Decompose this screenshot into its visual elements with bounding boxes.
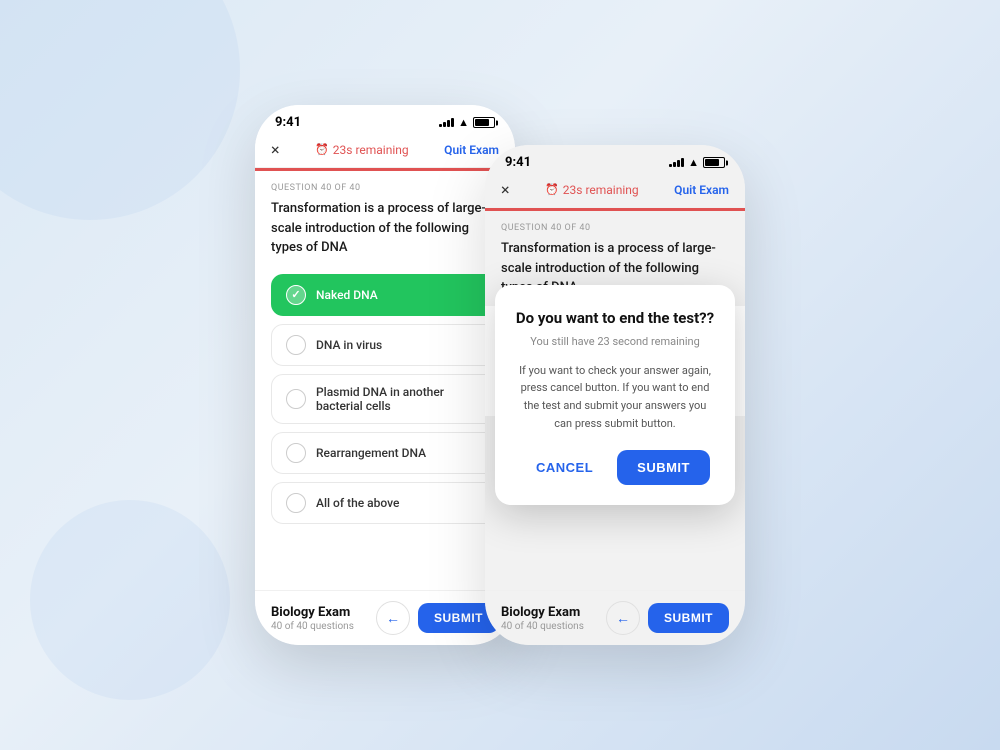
modal-title: Do you want to end the test?? <box>515 309 715 327</box>
battery-icon-left <box>473 117 495 128</box>
option-text-3: Plasmid DNA in another bacterial cells <box>316 385 484 413</box>
option-all-above[interactable]: All of the above <box>271 482 499 524</box>
option-text-5: All of the above <box>316 496 399 510</box>
status-bar-left: 9:41 ▲ <box>255 105 515 134</box>
bottom-nav-left: ← SUBMIT <box>376 601 499 635</box>
bottom-info-left: Biology Exam 40 of 40 questions <box>271 605 354 632</box>
bottom-bar-left: Biology Exam 40 of 40 questions ← SUBMIT <box>255 590 515 645</box>
option-radio-2 <box>286 335 306 355</box>
option-dna-virus[interactable]: DNA in virus <box>271 324 499 366</box>
modal-box: Do you want to end the test?? You still … <box>495 285 735 505</box>
timer-icon-left: ⏰ <box>315 143 329 156</box>
option-plasmid-dna[interactable]: Plasmid DNA in another bacterial cells <box>271 374 499 424</box>
question-text-left: Transformation is a process of large-sca… <box>271 199 499 258</box>
option-radio-5 <box>286 493 306 513</box>
modal-body: If you want to check your answer again, … <box>515 362 715 432</box>
signal-icon-left <box>439 118 454 127</box>
wifi-icon-left: ▲ <box>458 116 469 129</box>
option-text-4: Rearrangement DNA <box>316 446 426 460</box>
modal-cancel-button[interactable]: CANCEL <box>520 450 609 485</box>
modal-subtitle: You still have 23 second remaining <box>515 335 715 348</box>
question-label-left: QUESTION 40 OF 40 <box>271 183 499 193</box>
close-button-left[interactable]: × <box>271 140 280 159</box>
question-area-left: QUESTION 40 OF 40 Transformation is a pr… <box>255 171 515 266</box>
bg-decoration-1 <box>0 0 240 220</box>
phone-right: 9:41 ▲ × ⏰ 23s remaining Quit <box>485 145 745 645</box>
option-text-2: DNA in virus <box>316 338 382 352</box>
option-radio-4 <box>286 443 306 463</box>
back-arrow-left[interactable]: ← <box>376 601 410 635</box>
modal-buttons: CANCEL SUBMIT <box>515 450 715 485</box>
timer-left: ⏰ 23s remaining <box>315 143 409 157</box>
status-icons-left: ▲ <box>439 116 495 129</box>
exam-subtitle-left: 40 of 40 questions <box>271 621 354 632</box>
exam-title-left: Biology Exam <box>271 605 354 620</box>
status-time-left: 9:41 <box>275 115 301 130</box>
modal-overlay: Do you want to end the test?? You still … <box>485 145 745 645</box>
check-icon-1: ✓ <box>291 288 300 301</box>
option-naked-dna[interactable]: ✓ Naked DNA <box>271 274 499 316</box>
option-text-1: Naked DNA <box>316 288 378 302</box>
nav-bar-left: × ⏰ 23s remaining Quit Exam <box>255 134 515 168</box>
phones-container: 9:41 ▲ × ⏰ 23s remaining Quit <box>255 105 745 645</box>
bg-decoration-2 <box>30 500 230 700</box>
option-radio-1: ✓ <box>286 285 306 305</box>
modal-submit-button[interactable]: SUBMIT <box>617 450 710 485</box>
option-radio-3 <box>286 389 306 409</box>
timer-label-left: 23s remaining <box>333 143 409 157</box>
phone-left: 9:41 ▲ × ⏰ 23s remaining Quit <box>255 105 515 645</box>
option-rearrangement-dna[interactable]: Rearrangement DNA <box>271 432 499 474</box>
options-area-left: ✓ Naked DNA DNA in virus Plasmid DNA in … <box>255 266 515 532</box>
